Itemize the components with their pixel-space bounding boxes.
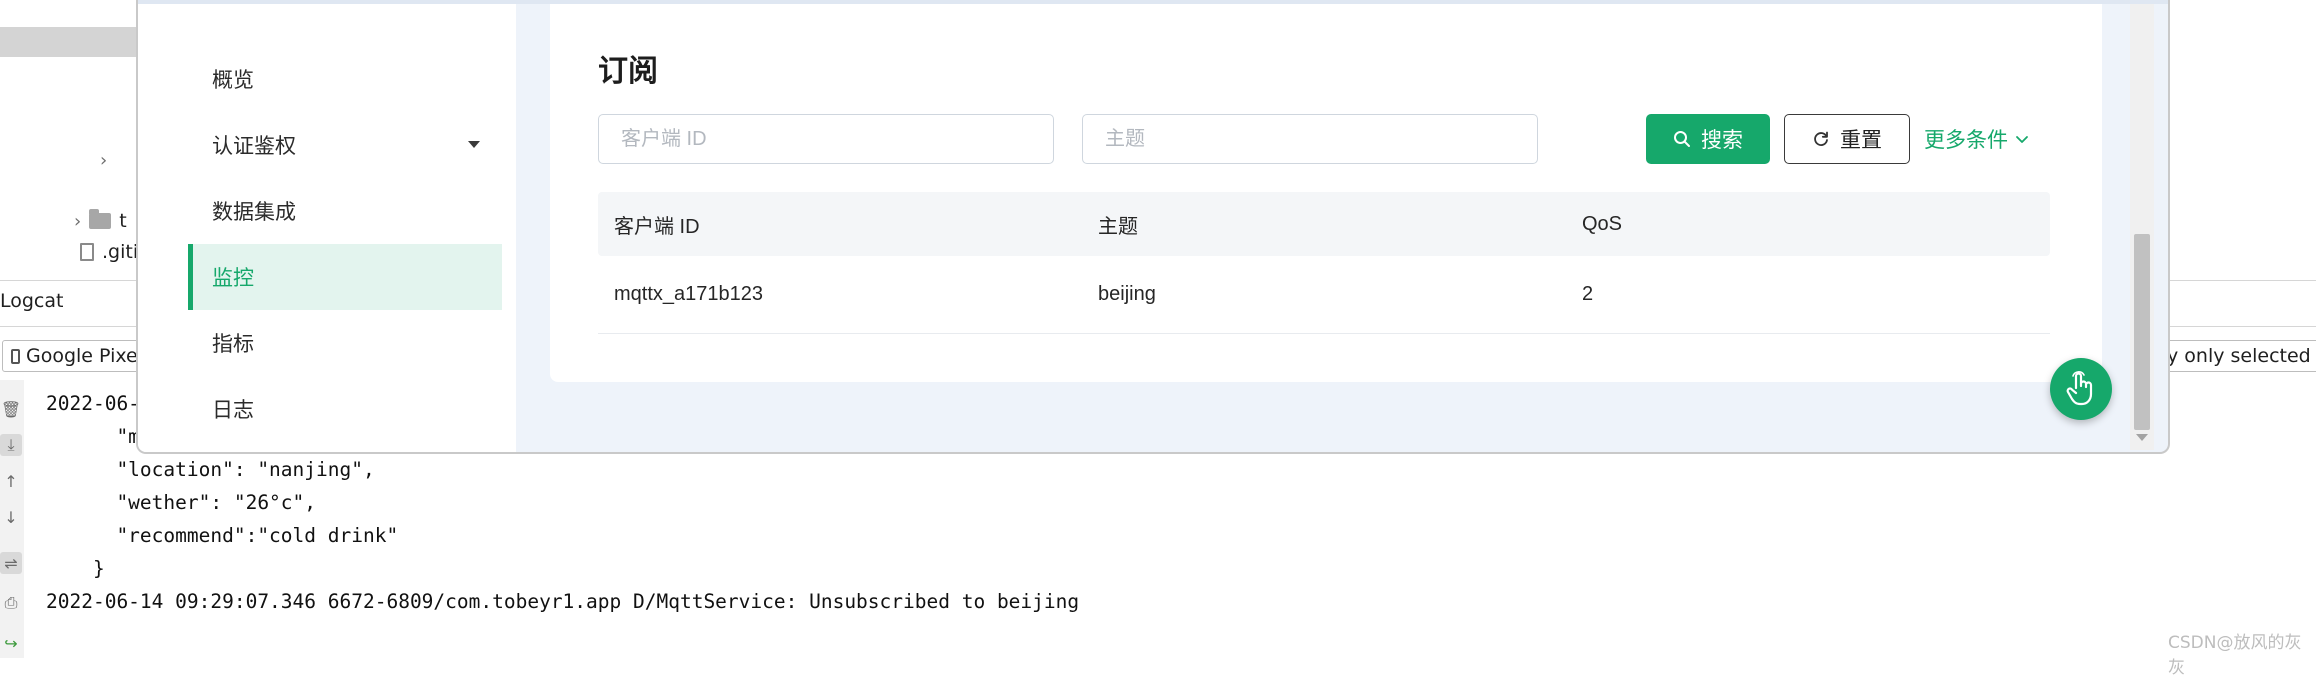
reset-button[interactable]: 重置: [1784, 114, 1910, 164]
sidebar-item-label: 认证鉴权: [212, 134, 296, 158]
table-row[interactable]: mqttx_a171b123 beijing 2: [598, 256, 2050, 334]
cell-client-id: mqttx_a171b123: [614, 283, 764, 305]
ide-tab-strip: [0, 27, 140, 57]
logcat-title: Logcat: [0, 290, 64, 312]
file-icon: [80, 243, 94, 261]
floating-action-button[interactable]: [2050, 358, 2112, 420]
sidebar-item-logs[interactable]: 日志: [188, 376, 502, 442]
chevron-right-icon[interactable]: ›: [74, 211, 81, 232]
client-id-input[interactable]: [598, 114, 1054, 164]
chevron-down-icon: [2016, 136, 2028, 143]
sidebar: 概览 认证鉴权 数据集成 监控 指标 日志: [138, 4, 516, 452]
scrollbar-thumb[interactable]: [2134, 234, 2150, 430]
tree-item-label: t: [119, 210, 127, 232]
topic-input[interactable]: [1082, 114, 1538, 164]
column-header-topic: 主题: [1098, 215, 1138, 238]
trash-icon[interactable]: 🗑: [0, 398, 22, 420]
search-button-label: 搜索: [1701, 129, 1743, 152]
log-line: "recommend":"cold drink": [46, 524, 399, 547]
page-title: 订阅: [598, 54, 658, 89]
subscriptions-card: 订阅 搜索 重置 更多条件 客户端 ID 主: [550, 4, 2102, 382]
sidebar-item-monitoring[interactable]: 监控: [188, 244, 502, 310]
tree-row-collapsed[interactable]: ›: [100, 150, 107, 171]
log-line: 2022-06-: [46, 392, 140, 415]
watermark: CSDN@放风的灰灰: [2168, 633, 2302, 678]
more-conditions-label: 更多条件: [1924, 128, 2008, 152]
hand-pointer-icon: [2066, 371, 2093, 406]
subscriptions-table: 客户端 ID 主题 QoS mqttx_a171b123 beijing 2: [598, 192, 2050, 334]
table-header: 客户端 ID 主题 QoS: [598, 192, 2050, 256]
scroll-down-arrow-icon[interactable]: [2136, 434, 2148, 441]
arrow-down-icon[interactable]: ↓: [0, 506, 22, 528]
column-header-client-id: 客户端 ID: [614, 215, 700, 238]
sidebar-item-label: 概览: [212, 68, 254, 92]
tree-row-file[interactable]: .giti: [80, 241, 138, 263]
refresh-icon: [1814, 131, 1828, 146]
log-line: "wether": "26°c",: [46, 491, 317, 514]
chevron-right-icon[interactable]: ›: [100, 150, 107, 171]
sidebar-item-label: 监控: [212, 266, 254, 290]
cell-topic: beijing: [1098, 283, 1156, 305]
device-select-label: Google Pixe: [26, 345, 138, 367]
sidebar-item-label: 日志: [212, 398, 254, 422]
soft-wrap-icon[interactable]: ⇌: [0, 552, 22, 574]
print-icon[interactable]: ⎙: [0, 592, 22, 614]
caret-down-icon: [468, 141, 480, 148]
column-header-qos: QoS: [1582, 212, 1623, 235]
tree-item-label: .giti: [102, 241, 139, 263]
log-line: "location": "nanjing",: [46, 458, 375, 481]
log-line: 2022-06-14 09:29:07.346 6672-6809/com.to…: [46, 590, 1080, 613]
log-line: "m: [46, 425, 140, 448]
sidebar-item-overview[interactable]: 概览: [188, 46, 502, 112]
filter-option-select[interactable]: y only selected ap: [2150, 340, 2316, 372]
tree-row-folder[interactable]: › t: [74, 209, 127, 232]
cell-qos: 2: [1582, 283, 1594, 305]
scroll-to-end-icon[interactable]: ⤓: [0, 434, 22, 456]
sidebar-item-label: 指标: [212, 332, 254, 356]
device-select[interactable]: Google Pixe: [2, 340, 152, 372]
reset-button-label: 重置: [1840, 129, 1882, 152]
folder-icon: [89, 209, 112, 229]
logcat-toolbar: 🗑 ⤓ ↑ ↓ ⇌ ⎙ ↪: [0, 380, 24, 658]
sidebar-item-label: 数据集成: [212, 200, 296, 224]
search-icon: [1674, 131, 1690, 147]
more-conditions-link[interactable]: 更多条件: [1924, 114, 2030, 164]
restart-icon[interactable]: ↪: [0, 632, 22, 654]
dashboard-window: 概览 认证鉴权 数据集成 监控 指标 日志 订阅 搜索: [136, 0, 2170, 454]
phone-icon: [11, 348, 20, 364]
log-line: }: [46, 557, 105, 580]
sidebar-item-metrics[interactable]: 指标: [188, 310, 502, 376]
sidebar-item-data-integration[interactable]: 数据集成: [188, 178, 502, 244]
search-button[interactable]: 搜索: [1646, 114, 1770, 164]
sidebar-item-auth[interactable]: 认证鉴权: [188, 112, 502, 178]
vertical-scrollbar[interactable]: [2130, 4, 2154, 450]
arrow-up-icon[interactable]: ↑: [0, 470, 22, 492]
